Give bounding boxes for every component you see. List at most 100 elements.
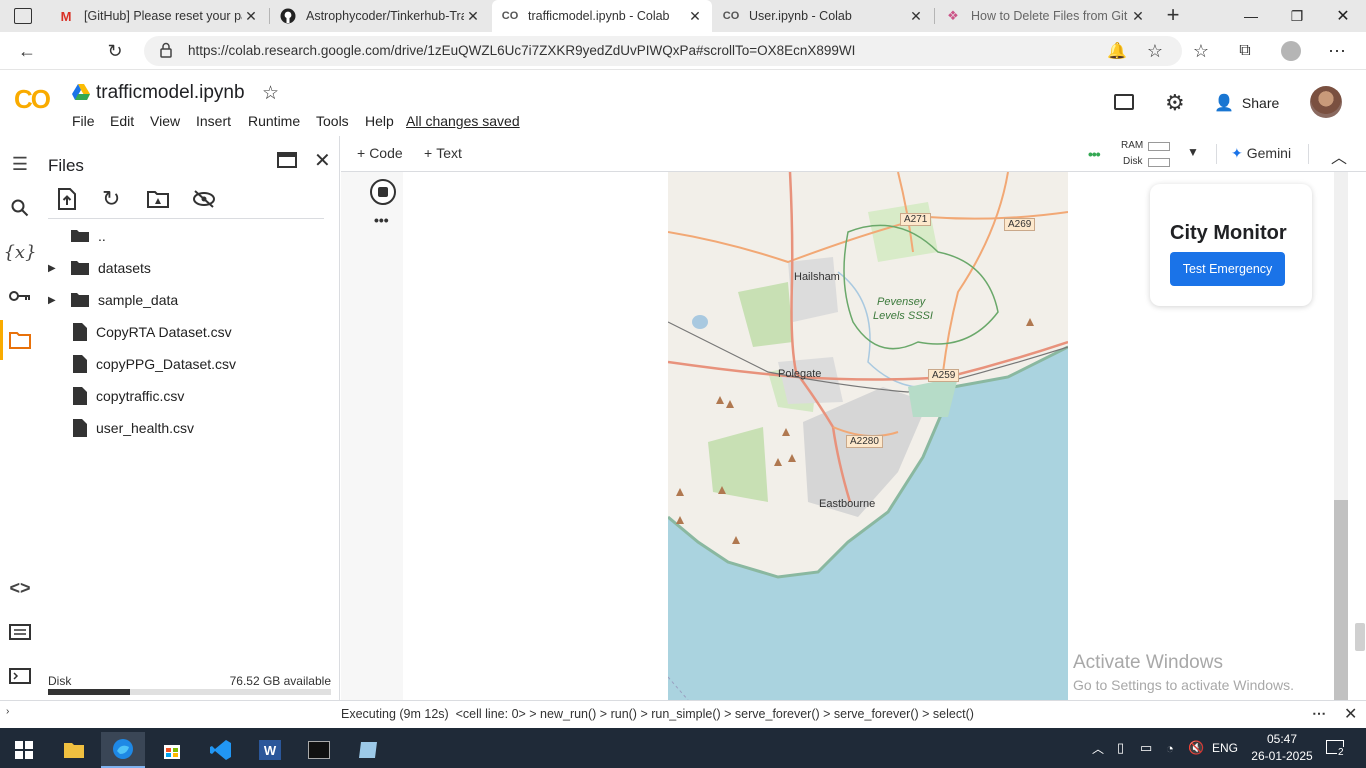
menu-view[interactable]: View (150, 113, 180, 129)
notebook-title[interactable]: trafficmodel.ipynb (96, 82, 245, 104)
close-icon[interactable]: ✕ (686, 8, 704, 25)
mount-drive-icon[interactable] (147, 190, 169, 213)
status-expand-icon[interactable]: › (6, 706, 9, 717)
status-close-icon[interactable]: ✕ (1344, 704, 1357, 724)
colab-icon: CO (722, 10, 740, 22)
device-icon[interactable]: ▯ (1117, 728, 1124, 768)
browser-tab-user[interactable]: CO User.ipynb - Colab ✕ (713, 0, 933, 32)
favorites-icon[interactable]: ☆ (1186, 36, 1216, 66)
refresh-button[interactable]: ↻ (100, 36, 130, 66)
gemini-button[interactable]: ✦ Gemini (1231, 145, 1291, 162)
start-windows-icon[interactable] (2, 732, 46, 768)
comments-icon[interactable] (1114, 94, 1134, 110)
expand-caret-icon[interactable]: ▶ (48, 295, 70, 306)
menu-help[interactable]: Help (365, 113, 394, 129)
map-output[interactable]: A271 A269 A259 A2280 Hailsham Polegate E… (668, 172, 1068, 700)
status-more-icon[interactable]: ⋯ (1312, 705, 1326, 722)
share-button[interactable]: 👤 Share (1214, 90, 1279, 116)
network-wifi-icon[interactable]: ◔ (1166, 728, 1174, 768)
browser-tab-gmail[interactable]: M [GitHub] Please reset your pa ✕ (48, 0, 268, 32)
refresh-files-icon[interactable]: ↻ (102, 186, 120, 212)
upload-file-icon[interactable] (58, 188, 76, 215)
browser-tab-github[interactable]: Astrophycoder/Tinkerhub-Tra ✕ (270, 0, 490, 32)
file-icon (72, 354, 88, 374)
vscode-icon[interactable] (199, 732, 243, 768)
show-hidden-icons[interactable]: ︿ (1092, 728, 1104, 768)
colab-logo[interactable]: CO (14, 84, 51, 115)
file-row-sample-data[interactable]: ▶ sample_data (40, 284, 330, 316)
close-panel-icon[interactable]: ✕ (314, 148, 331, 173)
cell-more-icon[interactable]: ••• (374, 212, 389, 228)
search-icon[interactable] (0, 188, 40, 228)
display-icon[interactable]: ▭ (1140, 728, 1152, 768)
edge-browser-icon[interactable] (101, 732, 145, 768)
menu-runtime[interactable]: Runtime (248, 113, 300, 129)
restore-button[interactable]: ❐ (1274, 0, 1320, 32)
clock[interactable]: 05:47 26-01-2025 (1250, 731, 1314, 765)
collapse-header-icon[interactable]: ︿ (1331, 144, 1347, 168)
close-window-button[interactable]: ✕ (1320, 0, 1366, 32)
output-scroll-thumb[interactable] (1334, 172, 1348, 184)
save-status[interactable]: All changes saved (406, 113, 520, 129)
browser-tab-delete-files[interactable]: ❖ How to Delete Files from Git ✕ (935, 0, 1155, 32)
code-snippets-icon[interactable]: <> (0, 568, 40, 608)
word-icon[interactable]: W (248, 732, 292, 768)
add-code-button[interactable]: + Code (357, 145, 403, 161)
file-row-copyrta[interactable]: CopyRTA Dataset.csv (40, 316, 330, 348)
settings-gear-icon[interactable]: ⚙ (1165, 90, 1185, 116)
files-folder-icon[interactable] (0, 320, 40, 360)
runtime-connected-icon[interactable]: ••• (1088, 146, 1101, 162)
terminal-app-icon[interactable] (297, 732, 341, 768)
output-scrollbar[interactable] (1334, 172, 1348, 700)
file-row-parent[interactable]: .. (40, 220, 330, 252)
collections-icon[interactable]: ⧉ (1230, 36, 1260, 66)
chevron-down-icon[interactable]: ▼ (1187, 145, 1199, 159)
add-text-button[interactable]: + Text (424, 145, 462, 161)
profile-avatar[interactable] (1281, 41, 1301, 61)
store-icon[interactable] (150, 732, 194, 768)
variables-icon[interactable]: {x} (0, 232, 40, 272)
favorite-star-icon[interactable]: ☆ (1140, 36, 1170, 66)
stop-execution-button[interactable] (370, 179, 396, 205)
file-row-datasets[interactable]: ▶ datasets (40, 252, 330, 284)
close-icon[interactable]: ✕ (1129, 8, 1147, 25)
disk-bar (1148, 158, 1170, 167)
terminal-icon[interactable] (0, 656, 40, 696)
file-row-user-health[interactable]: user_health.csv (40, 412, 330, 444)
volume-muted-icon[interactable]: 🔇 (1188, 728, 1204, 768)
menu-tools[interactable]: Tools (316, 113, 349, 129)
page-scroll-thumb[interactable] (1355, 623, 1365, 651)
minimize-button[interactable]: — (1228, 0, 1274, 32)
file-row-copyppg[interactable]: copyPPG_Dataset.csv (40, 348, 330, 380)
table-of-contents-icon[interactable]: ☰ (0, 144, 40, 184)
folder-icon (70, 260, 90, 276)
hide-files-eye-icon[interactable] (192, 190, 216, 213)
command-palette-icon[interactable] (0, 612, 40, 652)
menu-insert[interactable]: Insert (196, 113, 231, 129)
expand-caret-icon[interactable]: ▶ (48, 263, 70, 274)
file-row-copytraffic[interactable]: copytraffic.csv (40, 380, 330, 412)
back-button[interactable]: ← (12, 36, 42, 66)
secrets-key-icon[interactable] (0, 276, 40, 316)
tab-actions-icon[interactable] (14, 8, 32, 24)
more-menu-icon[interactable]: ⋯ (1322, 36, 1352, 66)
open-in-tab-icon[interactable] (277, 152, 297, 168)
test-emergency-button[interactable]: Test Emergency (1170, 252, 1285, 286)
output-scroll-thumb[interactable] (1334, 500, 1348, 700)
close-icon[interactable]: ✕ (907, 8, 925, 25)
menu-file[interactable]: File (72, 113, 95, 129)
close-icon[interactable]: ✕ (242, 8, 260, 25)
new-tab-button[interactable]: + (1160, 4, 1186, 28)
menu-edit[interactable]: Edit (110, 113, 134, 129)
notepad-app-icon[interactable] (346, 732, 390, 768)
close-icon[interactable]: ✕ (464, 8, 482, 25)
url-field[interactable]: https://colab.research.google.com/drive/… (144, 36, 1182, 66)
language-indicator[interactable]: ENG (1212, 728, 1238, 768)
notification-blocked-icon[interactable]: 🔔 (1102, 36, 1132, 66)
browser-tab-trafficmodel[interactable]: CO trafficmodel.ipynb - Colab ✕ (492, 0, 712, 32)
user-avatar[interactable] (1310, 86, 1342, 118)
resources-indicator[interactable]: RAM Disk ▼ (1121, 139, 1211, 169)
lock-icon[interactable] (160, 42, 172, 58)
file-explorer-icon[interactable] (52, 732, 96, 768)
star-icon[interactable]: ☆ (262, 82, 279, 105)
